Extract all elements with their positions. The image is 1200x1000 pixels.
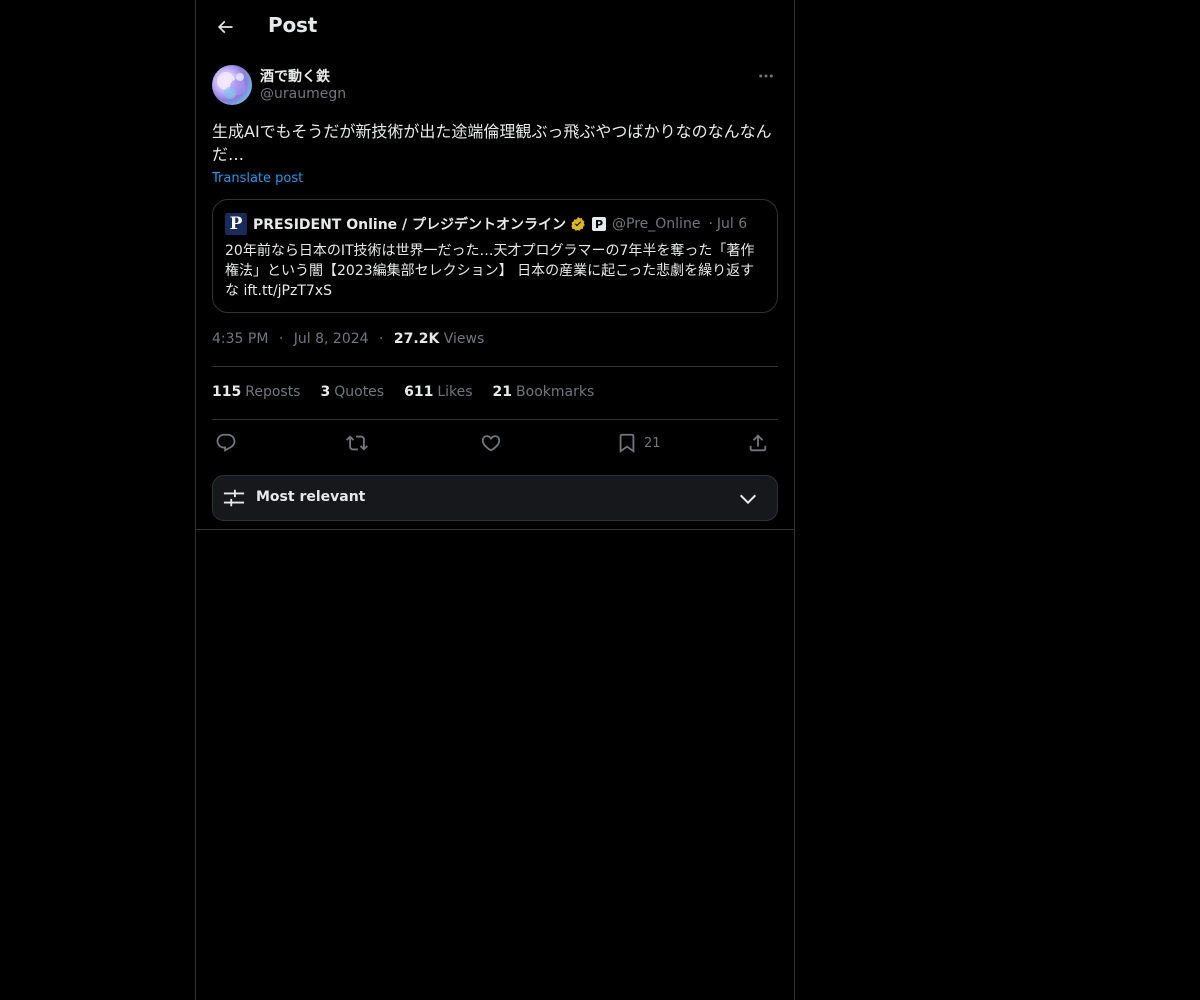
share-button[interactable] xyxy=(747,430,769,456)
author-handle[interactable]: @uraumegn xyxy=(260,86,346,102)
more-options-button[interactable] xyxy=(754,64,778,88)
post-text: 生成AIでもそうだが新技術が出た途端倫理観ぶっ飛ぶやつばかりなのなんなんだ… xyxy=(212,122,772,164)
page-title: Post xyxy=(268,13,318,37)
post-author: 酒で動く鉄 @uraumegn xyxy=(212,64,778,108)
share-icon xyxy=(749,434,767,452)
post-meta: 4:35 PM · Jul 8, 2024 · 27.2K Views xyxy=(212,331,484,347)
reply-button[interactable] xyxy=(215,430,237,456)
main-column: Post 酒で動く鉄 @uraumegn 生成AIでもそうだが新技術が出た途端倫… xyxy=(195,0,795,1000)
post-actions: 21 xyxy=(212,430,778,456)
stat-count: 21 xyxy=(492,384,513,400)
stat-label: Bookmarks xyxy=(516,384,595,400)
quoted-date: Jul 6 xyxy=(716,216,748,232)
verified-badge-icon xyxy=(571,217,585,231)
affiliate-badge: P xyxy=(592,217,607,231)
post-header: Post xyxy=(196,0,794,53)
quoted-avatar: P xyxy=(225,213,247,235)
avatar[interactable] xyxy=(212,65,252,105)
back-button[interactable] xyxy=(208,10,242,44)
views-label: Views xyxy=(443,331,485,347)
separator-dot: · xyxy=(278,331,284,347)
author-display-name[interactable]: 酒で動く鉄 xyxy=(260,66,330,86)
reposts-stat[interactable]: 115 Reposts xyxy=(212,384,300,400)
bookmark-icon xyxy=(619,433,635,454)
quoted-handle: @Pre_Online xyxy=(612,216,701,232)
heart-icon xyxy=(481,435,501,452)
stat-count: 611 xyxy=(404,384,434,400)
bookmarks-stat[interactable]: 21 Bookmarks xyxy=(493,384,595,400)
stat-label: Reposts xyxy=(245,384,301,400)
repost-icon xyxy=(346,435,368,451)
chevron-down-icon xyxy=(739,494,757,505)
bookmark-button[interactable]: 21 xyxy=(616,430,661,456)
post-date[interactable]: Jul 8, 2024 xyxy=(294,331,369,347)
quoted-post-header: P PRESIDENT Online / プレジデントオンライン P @Pre_… xyxy=(225,213,747,235)
like-button[interactable] xyxy=(480,430,502,456)
stat-label: Likes xyxy=(437,384,473,400)
quoted-display-name: PRESIDENT Online / プレジデントオンライン xyxy=(253,217,567,233)
quotes-stat[interactable]: 3 Quotes xyxy=(320,384,384,400)
divider xyxy=(212,419,778,420)
sort-label: Most relevant xyxy=(256,489,366,505)
divider xyxy=(196,529,794,530)
separator-dot: · xyxy=(708,216,713,232)
likes-stat[interactable]: 611 Likes xyxy=(404,384,472,400)
stat-count: 3 xyxy=(320,384,331,400)
views-count: 27.2K xyxy=(393,331,440,347)
sliders-icon xyxy=(223,489,245,507)
sort-replies-dropdown[interactable]: Most relevant xyxy=(212,475,778,521)
avatar-image xyxy=(217,72,246,99)
bookmark-count: 21 xyxy=(644,435,661,451)
translate-post-link[interactable]: Translate post xyxy=(212,171,303,186)
back-arrow-icon xyxy=(217,20,233,34)
post-stats: 115 Reposts 3 Quotes 611 Likes 21 Bookmarks xyxy=(212,384,614,400)
quoted-post[interactable]: P PRESIDENT Online / プレジデントオンライン P @Pre_… xyxy=(212,199,778,313)
more-dots-icon xyxy=(759,74,773,78)
reply-icon xyxy=(216,433,236,452)
quoted-post-text: 20年前なら日本のIT技術は世界一だった…天才プログラマーの7年半を奪った「著作… xyxy=(225,243,755,299)
repost-button[interactable] xyxy=(346,430,368,456)
separator-dot: · xyxy=(379,331,384,347)
stat-count: 115 xyxy=(212,384,242,400)
stat-label: Quotes xyxy=(334,384,385,400)
divider xyxy=(212,366,778,367)
post-time[interactable]: 4:35 PM xyxy=(212,331,268,347)
